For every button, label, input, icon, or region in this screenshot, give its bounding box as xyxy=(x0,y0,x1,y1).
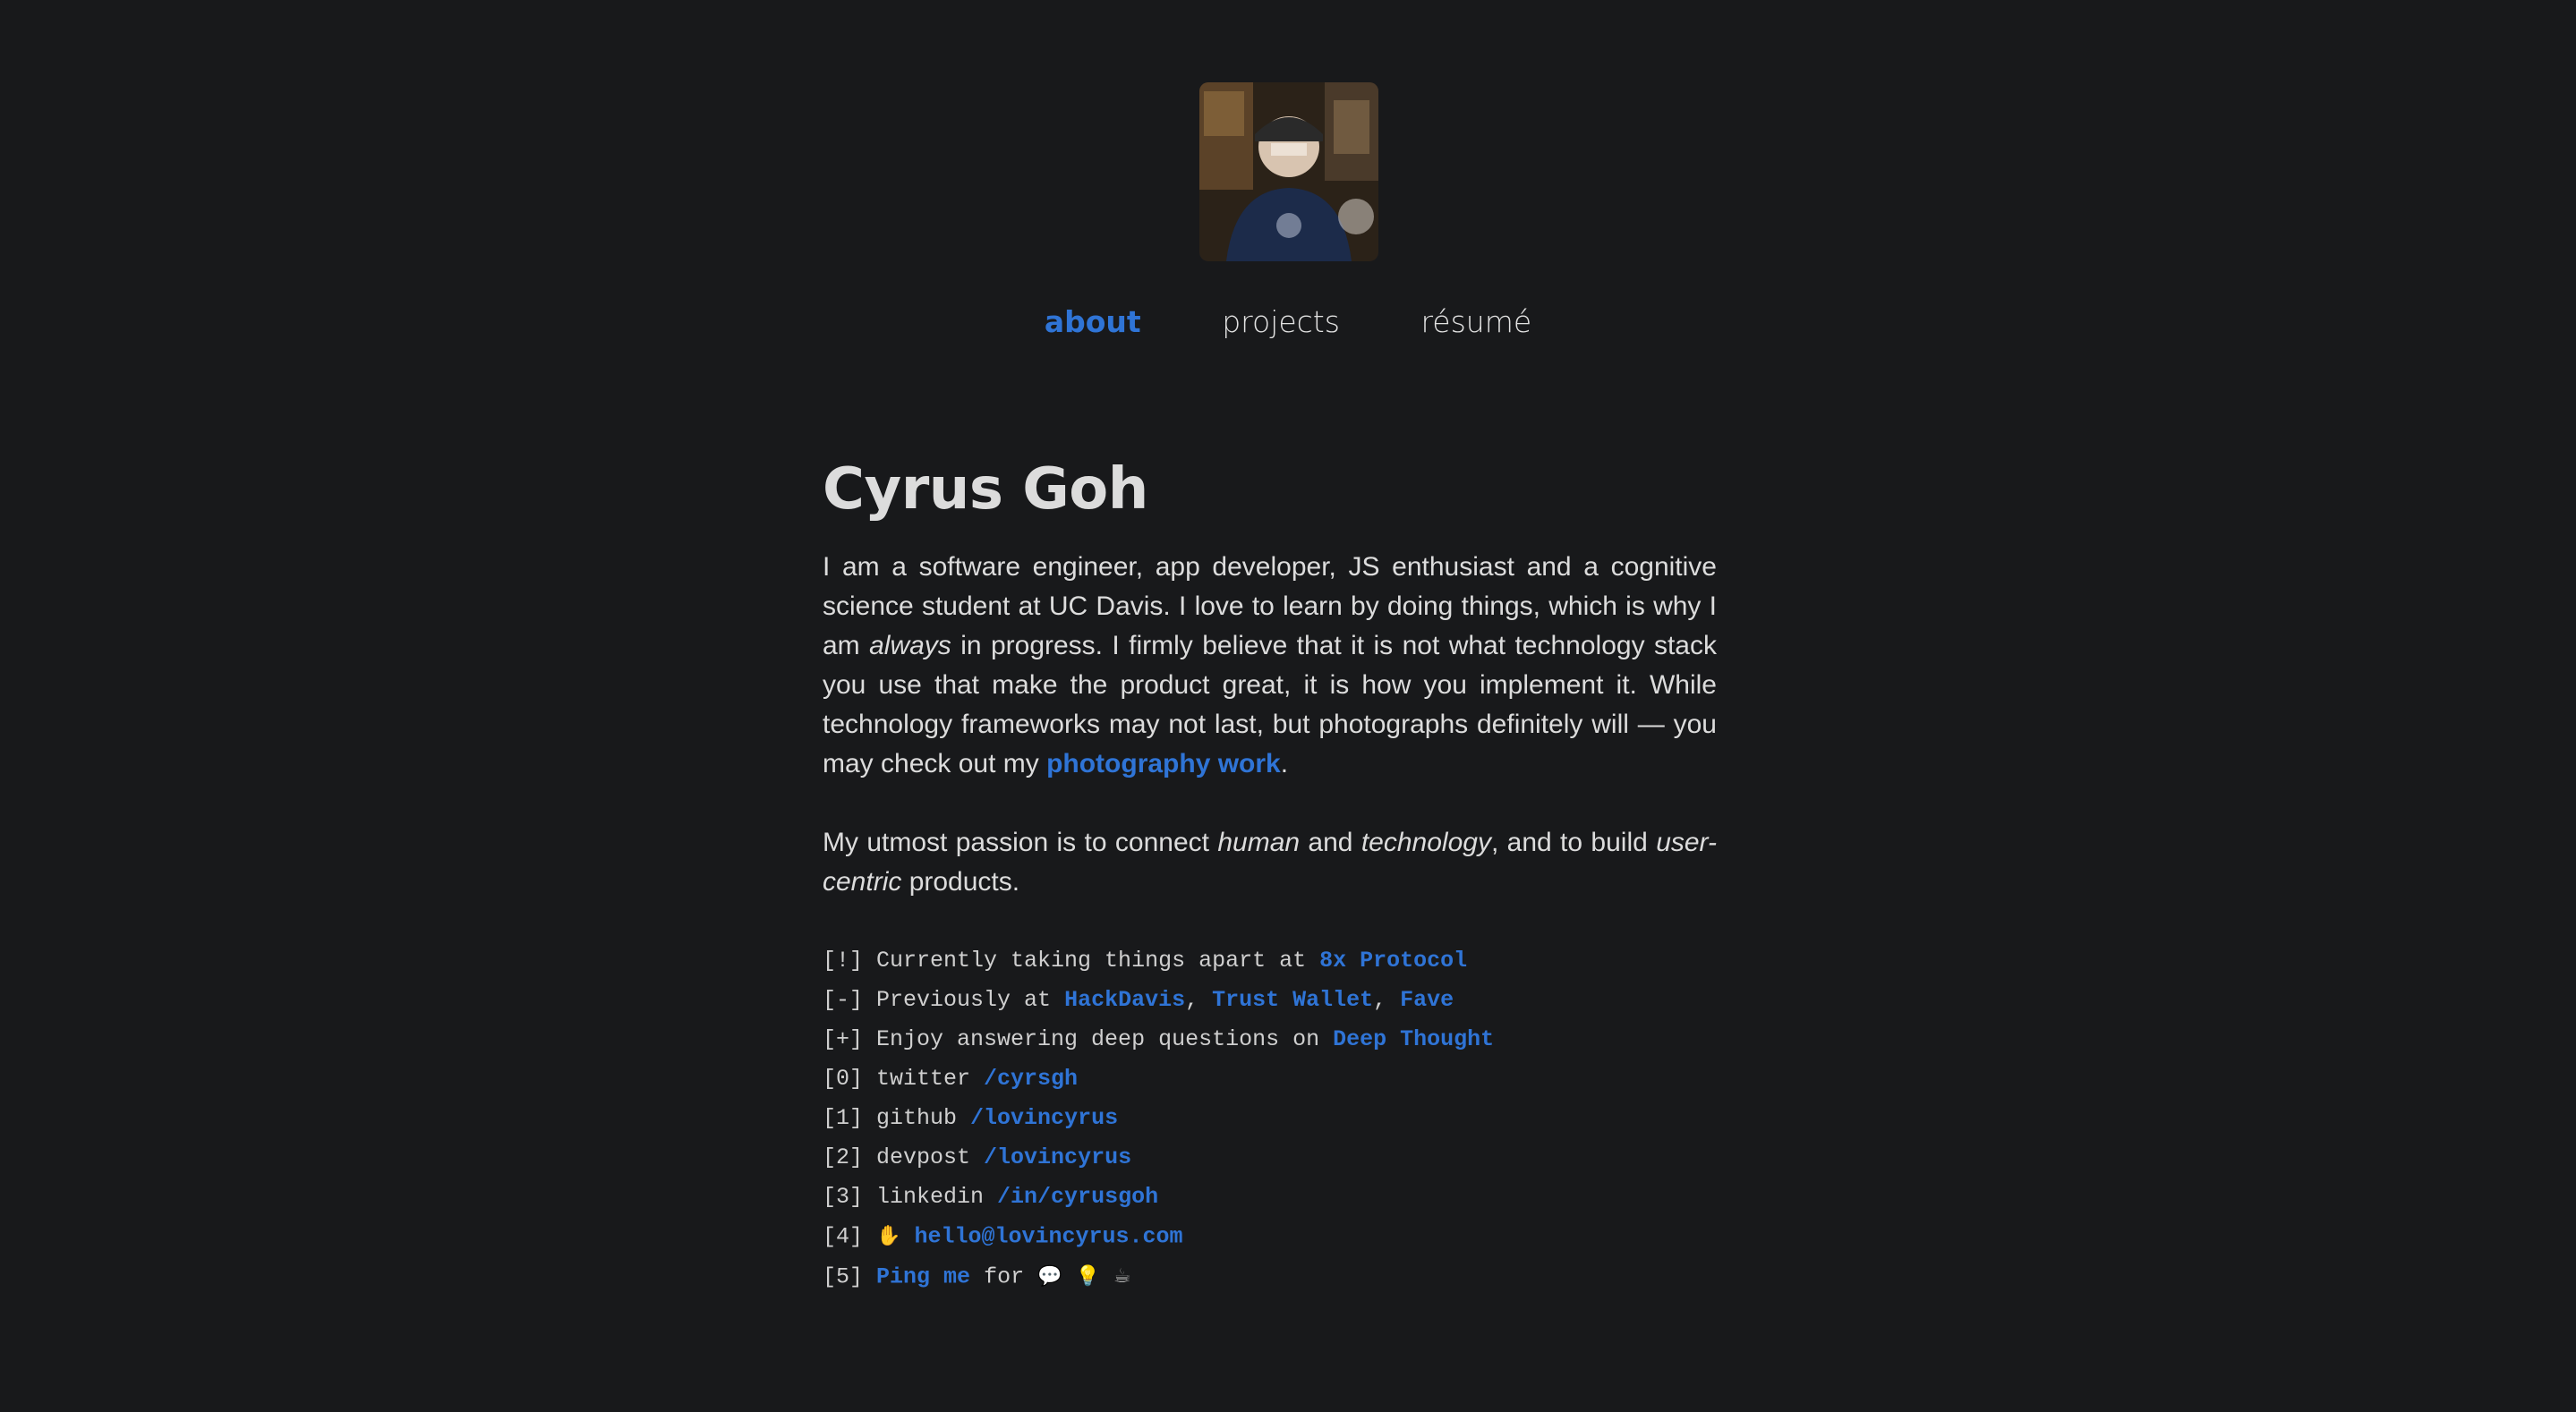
link-trust-wallet[interactable]: Trust Wallet xyxy=(1212,987,1373,1013)
intro-emphasis-always: always xyxy=(869,631,951,660)
nav-about[interactable]: about xyxy=(1045,304,1141,339)
main-nav: about projects résumé xyxy=(0,304,2576,339)
passion-text-4: products. xyxy=(901,867,1020,897)
line-prefix: [4] xyxy=(823,1223,864,1250)
link-devpost[interactable]: /lovincyrus xyxy=(984,1144,1131,1170)
list-item: [1] github /lovincyrus xyxy=(823,1099,1717,1138)
nav-resume[interactable]: résumé xyxy=(1420,304,1531,339)
link-github[interactable]: /lovincyrus xyxy=(970,1105,1118,1131)
lightbulb-icon: 💡 xyxy=(1075,1264,1100,1288)
list-item: [5] Ping me for 💬 💡 ☕ xyxy=(823,1257,1717,1297)
link-8x-protocol[interactable]: 8x Protocol xyxy=(1319,948,1467,974)
list-item: [!] Currently taking things apart at 8x … xyxy=(823,941,1717,981)
passion-text-2: and xyxy=(1300,828,1361,857)
page-title: Cyrus Goh xyxy=(823,456,1148,523)
link-linkedin[interactable]: /in/cyrusgoh xyxy=(997,1184,1158,1210)
line-text: Previously at xyxy=(863,987,1065,1013)
nav-projects[interactable]: projects xyxy=(1222,304,1340,339)
line-prefix: [-] xyxy=(823,987,864,1013)
intro-paragraph: I am a software engineer, app developer,… xyxy=(823,548,1717,784)
avatar xyxy=(1199,82,1378,261)
line-prefix: [5] xyxy=(823,1263,864,1290)
link-hackdavis[interactable]: HackDavis xyxy=(1064,987,1185,1013)
line-text: devpost xyxy=(863,1144,985,1170)
list-item: [-] Previously at HackDavis, Trust Walle… xyxy=(823,981,1717,1020)
speech-bubble-icon: 💬 xyxy=(1037,1264,1062,1288)
list-item: [2] devpost /lovincyrus xyxy=(823,1138,1717,1178)
line-prefix: [!] xyxy=(823,948,864,974)
intro-text-3: . xyxy=(1280,749,1289,778)
line-prefix: [1] xyxy=(823,1105,864,1131)
passion-text-3: , and to build xyxy=(1490,828,1657,857)
line-prefix: [3] xyxy=(823,1184,864,1210)
link-ping-me[interactable]: Ping me xyxy=(876,1263,970,1289)
passion-emphasis-technology: technology xyxy=(1361,828,1491,857)
passion-text-1: My utmost passion is to connect xyxy=(823,828,1218,857)
line-prefix: [2] xyxy=(823,1144,864,1170)
line-prefix: [0] xyxy=(823,1066,864,1092)
list-item: [3] linkedin /in/cyrusgoh xyxy=(823,1178,1717,1217)
passion-paragraph: My utmost passion is to connect human an… xyxy=(823,823,1717,902)
line-text: twitter xyxy=(863,1066,985,1092)
passion-emphasis-human: human xyxy=(1217,828,1301,857)
coffee-icon: ☕ xyxy=(1113,1264,1131,1288)
terminal-list: [!] Currently taking things apart at 8x … xyxy=(823,941,1717,1297)
line-text: linkedin xyxy=(863,1184,998,1210)
separator: , xyxy=(1373,987,1401,1013)
list-item: [4] ✋ hello@lovincyrus.com xyxy=(823,1217,1717,1257)
line-prefix: [+] xyxy=(823,1026,864,1052)
link-fave[interactable]: Fave xyxy=(1400,987,1454,1013)
list-item: [+] Enjoy answering deep questions on De… xyxy=(823,1020,1717,1059)
list-item: [0] twitter /cyrsgh xyxy=(823,1059,1717,1099)
link-deep-thought[interactable]: Deep Thought xyxy=(1333,1026,1494,1052)
photography-link[interactable]: photography work xyxy=(1046,749,1281,778)
line-text: for xyxy=(970,1263,1038,1290)
link-email[interactable]: hello@lovincyrus.com xyxy=(914,1224,1182,1250)
handshake-icon: ✋ xyxy=(876,1225,901,1247)
separator: , xyxy=(1185,987,1213,1013)
link-twitter[interactable]: /cyrsgh xyxy=(984,1066,1078,1092)
main-content: Cyrus Goh I am a software engineer, app … xyxy=(823,456,1717,1297)
line-text: Currently taking things apart at xyxy=(863,948,1320,974)
line-text: github xyxy=(863,1105,971,1131)
line-text: Enjoy answering deep questions on xyxy=(863,1026,1334,1052)
